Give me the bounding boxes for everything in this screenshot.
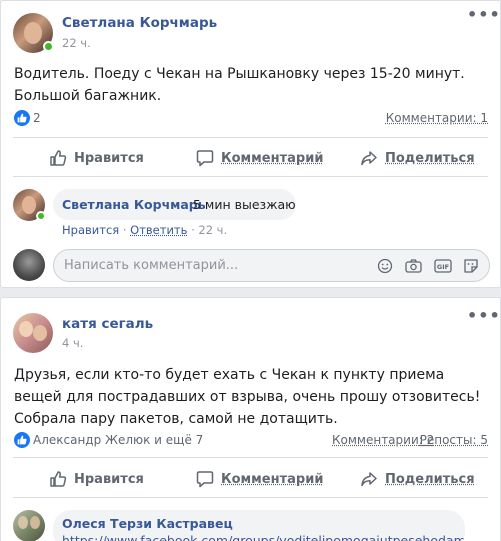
comment-icon [196, 149, 214, 167]
share-icon [360, 149, 378, 167]
likes-text[interactable]: Александр Желюк и ещё 7 [33, 433, 203, 447]
comments-link[interactable]: Комментарии: 1 [386, 111, 488, 125]
comment-avatar[interactable] [13, 510, 45, 541]
current-user-avatar [13, 249, 45, 281]
comment-bubble: Олеся Терзи Кастравец https://www.facebo… [53, 510, 465, 541]
post-author[interactable]: Светлана Корчмарь [62, 15, 217, 31]
svg-text:GIF: GIF [437, 263, 449, 271]
comment-input[interactable]: Написать комментарий... GIF [53, 249, 490, 282]
sticker-icon[interactable] [463, 258, 479, 274]
like-label: Нравится [74, 472, 144, 487]
avatar[interactable] [13, 313, 53, 353]
online-indicator [36, 211, 46, 221]
post-author[interactable]: катя сегаль [62, 316, 153, 332]
comment-link[interactable]: https://www.facebook.com/groups/voditeli… [62, 533, 465, 541]
comment-button[interactable]: Комментарий [196, 470, 323, 488]
comment-button[interactable]: Комментарий [196, 149, 323, 167]
like-badge-icon [14, 110, 30, 126]
online-indicator [43, 41, 54, 52]
comment-reply-link[interactable]: Ответить [130, 223, 187, 237]
divider [13, 176, 488, 177]
divider [13, 497, 488, 498]
share-button[interactable]: Поделиться [360, 149, 475, 167]
more-icon[interactable]: ••• [467, 306, 501, 325]
comment-label: Комментарий [221, 151, 323, 166]
comment-icon [196, 470, 214, 488]
gif-icon[interactable]: GIF [434, 258, 452, 274]
comment-bubble: Светлана Корчмарь 5 мин выезжаю [53, 189, 296, 220]
thumbs-up-icon [49, 470, 67, 488]
comment-label: Комментарий [221, 472, 323, 487]
post-card: катя сегаль 4 ч. ••• Друзья, если кто-то… [0, 297, 501, 541]
camera-icon[interactable] [405, 258, 422, 274]
divider [13, 137, 488, 138]
comment-actions: Нравится · Ответить · 22 ч. [62, 223, 227, 237]
like-badge-icon [14, 432, 30, 448]
share-label: Поделиться [385, 151, 475, 166]
divider [13, 457, 488, 458]
share-icon [360, 470, 378, 488]
emoji-icon[interactable] [377, 258, 393, 274]
post-time[interactable]: 4 ч. [62, 336, 83, 350]
comment-text: 5 мин выезжаю [193, 197, 296, 212]
post-text: Друзья, если кто-то будет ехать с Чекан … [14, 364, 489, 430]
comment-author[interactable]: Светлана Корчмарь [62, 197, 206, 212]
share-button[interactable]: Поделиться [360, 470, 475, 488]
thumbs-up-icon [49, 149, 67, 167]
comment-placeholder: Написать комментарий... [64, 258, 238, 273]
post-text: Водитель. Поеду с Чекан на Рышкановку че… [14, 63, 489, 107]
reposts-link[interactable]: Репосты: 5 [420, 433, 488, 447]
like-button[interactable]: Нравится [49, 149, 144, 167]
comment-time[interactable]: 22 ч. [198, 223, 227, 237]
like-label: Нравится [74, 151, 144, 166]
share-label: Поделиться [385, 472, 475, 487]
more-icon[interactable]: ••• [467, 5, 501, 24]
likes-count[interactable]: 2 [33, 111, 41, 125]
post-card: Светлана Корчмарь 22 ч. ••• Водитель. По… [0, 0, 501, 288]
like-button[interactable]: Нравится [49, 470, 144, 488]
comment-like-link[interactable]: Нравится [62, 223, 119, 237]
comment-author[interactable]: Олеся Терзи Кастравец [62, 516, 233, 531]
post-time[interactable]: 22 ч. [62, 36, 91, 50]
